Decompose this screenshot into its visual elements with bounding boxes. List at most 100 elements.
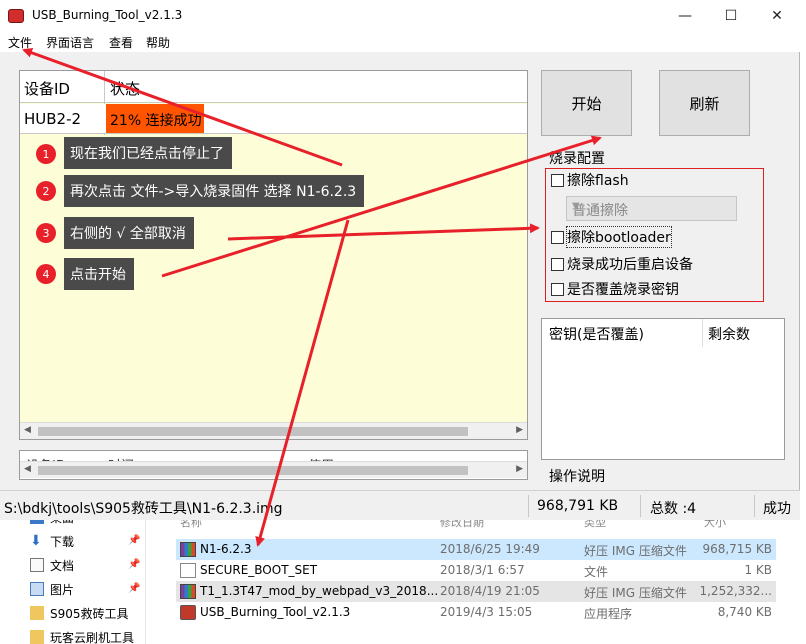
scrollbar-thumb[interactable] [38,427,468,436]
status-divider [640,495,641,517]
menu-help[interactable]: 帮助 [146,34,170,51]
file-type: 文件 [584,565,609,579]
step-badge: 2 [36,181,56,201]
nav-item-wanke-tools[interactable]: 玩客云刷机工具 [30,626,134,644]
scroll-left-icon[interactable]: ◀ [24,425,31,435]
pin-icon: 📌 [128,583,141,594]
total-count: 总数 :4 [650,501,697,517]
operation-guide-title: 操作说明 [549,469,605,485]
refresh-button[interactable]: 刷新 [659,70,750,136]
folder-icon [30,606,44,620]
file-size: 1 KB [744,563,772,577]
checkbox-label: 烧录成功后重启设备 [567,257,693,273]
file-date: 2018/4/19 21:05 [440,584,540,598]
scrollbar-thumb[interactable] [38,466,468,475]
erase-flash-checkbox[interactable]: 擦除flash [551,170,629,190]
scroll-left-icon[interactable]: ◀ [24,464,31,474]
scroll-right-icon[interactable]: ▶ [516,464,523,474]
nav-item-label: 下载 [50,534,75,549]
file-date: 2018/3/1 6:57 [440,563,525,577]
file-name: SECURE_BOOT_SET [200,563,318,577]
device-row[interactable]: HUB2-2 21% 连接成功 [20,104,527,134]
file-date: 2019/4/3 15:05 [440,605,533,619]
file-date: 2018/6/25 19:49 [440,542,540,556]
status-progress-cell: 21% 连接成功 [106,104,204,133]
checkbox-unchecked-icon[interactable] [551,230,564,244]
nav-item-label: 玩客云刷机工具 [50,630,135,644]
file-name: N1-6.2.3 [200,542,252,556]
success-count: 成功 [763,501,791,517]
nav-item-label: 文档 [50,558,75,573]
file-size: 1,252,332... [699,584,772,598]
status-divider [528,495,529,517]
app-icon [180,605,196,620]
file-row[interactable]: T1_1.3T47_mod_by_webpad_v3_2018... 2018/… [176,581,776,602]
file-type: 好压 IMG 压缩文件 [584,586,687,600]
menu-file[interactable]: 文件 [8,34,32,51]
reboot-after-checkbox[interactable]: 烧录成功后重启设备 [551,254,693,274]
step-badge: 4 [36,264,56,284]
start-button[interactable]: 开始 [541,70,632,136]
nav-item-downloads[interactable]: ⬇ 下载 [30,530,74,552]
document-icon [30,558,44,572]
erase-bootloader-checkbox[interactable]: 擦除bootloader [551,226,672,248]
nav-item-label: S905救砖工具 [50,606,129,621]
title-bar[interactable]: USB_Burning_Tool_v2.1.3 — ☐ ✕ [0,0,800,32]
nav-item-label: 图片 [50,582,75,597]
checkbox-unchecked-icon[interactable] [551,173,564,187]
step-callout-2: 再次点击 文件->导入烧录固件 选择 N1-6.2.3 [64,175,365,207]
checkbox-label: 擦除bootloader [566,226,672,248]
file-size: 8,740 KB [717,605,772,619]
step-badge: 1 [36,144,56,164]
firmware-size: 968,791 KB [537,498,619,514]
log-list-panel: 设备ID 时间 使用 ◀ ▶ [19,450,528,480]
burn-config-title: 烧录配置 [549,151,605,167]
device-id-cell: HUB2-2 [24,110,82,128]
file-name: T1_1.3T47_mod_by_webpad_v3_2018... [200,584,439,598]
app-icon [8,9,24,23]
column-header-remaining[interactable]: 剩余数 [708,324,750,344]
nav-item-s905-tools[interactable]: S905救砖工具 [30,602,129,624]
pin-icon: 📌 [128,559,141,570]
key-list-panel: 密钥(是否覆盖) 剩余数 [541,318,785,460]
checkbox-label: 擦除flash [567,173,629,189]
column-header-device-id[interactable]: 设备ID [24,78,70,99]
minimize-button[interactable]: — [662,0,708,32]
status-bar: S:\bdkj\tools\S905救砖工具\N1-6.2.3.img 968,… [0,490,800,520]
download-icon: ⬇ [30,533,42,549]
checkbox-label: 是否覆盖烧录密钥 [567,282,679,298]
column-divider [702,319,703,347]
file-type: 应用程序 [584,607,633,621]
menu-view[interactable]: 查看 [109,34,133,51]
file-size: 968,715 KB [702,542,772,556]
file-type: 好压 IMG 压缩文件 [584,544,687,558]
status-text: 21% 连接成功 [110,113,202,129]
file-name: USB_Burning_Tool_v2.1.3 [200,605,351,619]
maximize-button[interactable]: ☐ [708,0,754,32]
firmware-path: S:\bdkj\tools\S905救砖工具\N1-6.2.3.img [4,501,283,517]
file-row[interactable]: SECURE_BOOT_SET 2018/3/1 6:57 文件 1 KB [176,560,776,581]
nav-item-pictures[interactable]: 图片 [30,578,74,600]
device-grid-scrollbar[interactable]: ◀ ▶ [20,422,527,439]
close-button[interactable]: ✕ [754,0,800,32]
checkbox-unchecked-icon[interactable] [551,282,564,296]
picture-icon [30,582,44,596]
step-badge: 3 [36,223,56,243]
checkbox-unchecked-icon[interactable] [551,257,564,271]
menu-language[interactable]: 界面语言 [46,34,94,51]
log-grid-scrollbar[interactable]: ◀ ▶ [20,461,527,478]
column-header-key[interactable]: 密钥(是否覆盖) [549,324,644,344]
scroll-right-icon[interactable]: ▶ [516,425,523,435]
nav-item-documents[interactable]: 文档 [30,554,74,576]
erase-mode-select[interactable]: 普通擦除 ▼ [566,196,737,221]
screenshot-root: 桌面 ⬇ 下载 📌 文档 📌 图片 📌 S905救砖工具 [0,0,806,644]
menu-bar: 文件 界面语言 查看 帮助 [0,32,800,52]
chevron-down-icon: ▼ [572,201,580,212]
column-header-status[interactable]: 状态 [110,78,140,99]
file-row[interactable]: N1-6.2.3 2018/6/25 19:49 好压 IMG 压缩文件 968… [176,539,776,560]
window-title: USB_Burning_Tool_v2.1.3 [32,8,183,22]
step-callout-3: 右侧的 √ 全部取消 [64,217,194,249]
overwrite-key-checkbox[interactable]: 是否覆盖烧录密钥 [551,279,679,299]
file-row[interactable]: USB_Burning_Tool_v2.1.3 2019/4/3 15:05 应… [176,602,776,623]
explorer-nav-pane: 桌面 ⬇ 下载 📌 文档 📌 图片 📌 S905救砖工具 [0,510,146,644]
